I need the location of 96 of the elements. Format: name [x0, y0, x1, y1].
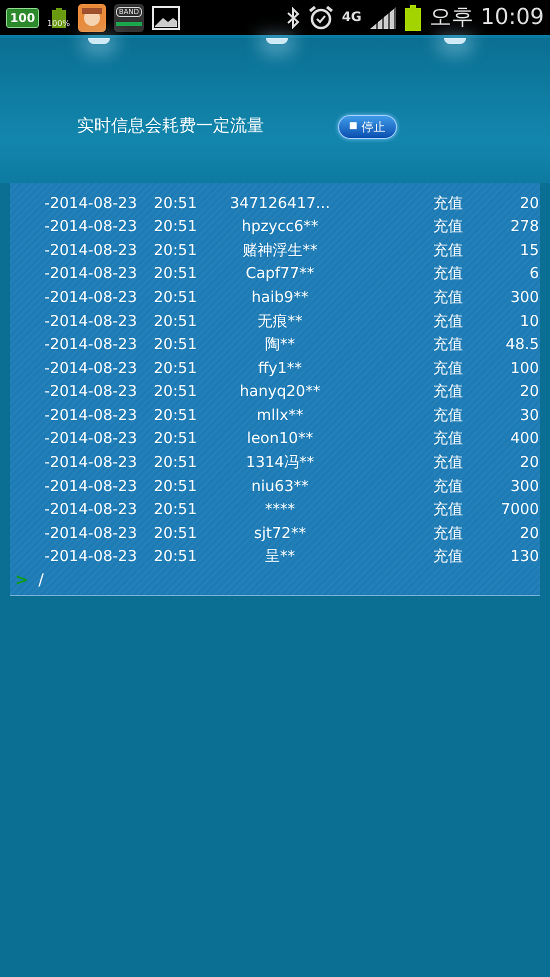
type-text: 充值 — [432, 452, 463, 474]
prompt-symbol: > — [14, 568, 28, 590]
clock-text: 오후 10:09 — [430, 4, 544, 32]
user-text: Capf77** — [244, 263, 316, 284]
spinner-text: / — [37, 568, 44, 590]
amount-text: 300 — [509, 476, 539, 497]
date-text: -2014-08-23 — [43, 240, 137, 261]
amount-text: 400 — [509, 428, 539, 450]
date-text: -2014-08-23 — [43, 476, 137, 497]
type-text: 充值 — [432, 334, 463, 356]
date-text: -2014-08-23 — [43, 522, 137, 544]
type-text: 充值 — [432, 476, 463, 497]
date-text: -2014-08-23 — [43, 428, 137, 450]
image-icon — [152, 6, 180, 30]
amount-text: 100 — [509, 358, 539, 379]
ceiling-light — [266, 38, 288, 44]
amount-text: 20 — [518, 192, 539, 214]
stop-button[interactable]: ■ 停止 — [338, 114, 397, 139]
time-text: 20:51 — [152, 286, 197, 308]
time-text: 20:51 — [152, 546, 197, 568]
time-text: 20:51 — [152, 522, 197, 544]
user-text: 陶** — [264, 334, 296, 356]
user-text: 呈** — [264, 546, 296, 568]
notice-text: 实时信息会耗费一定流量 — [77, 115, 264, 138]
amount-text: 10 — [518, 310, 539, 332]
user-text: 347126417... — [228, 192, 332, 214]
ceiling-light — [88, 38, 110, 44]
time-text: 20:51 — [152, 499, 197, 520]
amount-text: 130 — [509, 546, 539, 568]
time-text: 20:51 — [152, 381, 197, 402]
date-text: -2014-08-23 — [43, 334, 137, 356]
type-text: 充值 — [432, 522, 463, 544]
amount-text: 48.5 — [504, 334, 539, 356]
user-text: ffy1** — [257, 358, 303, 379]
battery-icon — [404, 4, 422, 30]
type-text: 充值 — [432, 381, 463, 402]
amount-text: 278 — [509, 216, 539, 238]
type-text: 充值 — [432, 358, 463, 379]
amount-text: 15 — [518, 240, 539, 261]
date-text: -2014-08-23 — [43, 381, 137, 402]
amount-text: 300 — [509, 286, 539, 308]
ceiling-light — [444, 38, 466, 44]
date-text: -2014-08-23 — [43, 216, 137, 238]
type-text: 充值 — [432, 216, 463, 238]
user-text: 无痕** — [256, 310, 304, 332]
time-text: 20:51 — [152, 476, 197, 497]
user-text: hpzycc6** — [240, 216, 320, 238]
date-text: -2014-08-23 — [43, 192, 137, 214]
date-text: -2014-08-23 — [43, 499, 137, 520]
date-text: -2014-08-23 — [43, 358, 137, 379]
date-text: -2014-08-23 — [43, 263, 137, 284]
time-text: 20:51 — [152, 452, 197, 474]
amount-text: 20 — [518, 452, 539, 474]
type-text: 充值 — [432, 428, 463, 450]
user-text: leon10** — [246, 428, 314, 450]
type-text: 充值 — [432, 240, 463, 261]
user-text: mllx** — [256, 404, 304, 426]
date-text: -2014-08-23 — [43, 546, 137, 568]
amount-text: 7000 — [500, 499, 539, 520]
alarm-icon — [308, 4, 334, 30]
user-text: **** — [264, 499, 296, 520]
type-text: 充值 — [432, 310, 463, 332]
time-text: 20:51 — [152, 263, 197, 284]
date-text: -2014-08-23 — [43, 404, 137, 426]
user-text: 赌神浮生** — [242, 240, 318, 261]
amount-text: 20 — [518, 381, 539, 402]
bluetooth-icon — [286, 6, 300, 28]
time-text: 20:51 — [152, 358, 197, 379]
date-text: -2014-08-23 — [43, 310, 137, 332]
time-text: 20:51 — [152, 216, 197, 238]
amount-text: 6 — [528, 263, 539, 284]
time-text: 20:51 — [152, 428, 197, 450]
time-text: 20:51 — [152, 240, 197, 261]
type-text: 充值 — [432, 404, 463, 426]
date-text: -2014-08-23 — [43, 452, 137, 474]
user-text: 1314冯** — [244, 452, 316, 474]
type-text: 充值 — [432, 286, 463, 308]
amount-text: 20 — [518, 522, 539, 544]
type-text: 充值 — [432, 499, 463, 520]
battery-badge: 100 — [6, 8, 40, 28]
time-text: 20:51 — [152, 310, 197, 332]
amount-text: 30 — [518, 404, 539, 426]
network-label: 4G — [342, 8, 362, 27]
app-icon — [78, 4, 106, 32]
user-text: niu63** — [250, 476, 310, 497]
time-text: 20:51 — [152, 404, 197, 426]
type-text: 充值 — [432, 192, 463, 214]
type-text: 充值 — [432, 263, 463, 284]
time-text: 20:51 — [152, 334, 197, 356]
user-text: sjt72** — [253, 522, 307, 544]
user-text: haib9** — [250, 286, 310, 308]
time-text: 20:51 — [152, 192, 197, 214]
date-text: -2014-08-23 — [43, 286, 137, 308]
signal-icon — [370, 6, 396, 28]
user-text: hanyq20** — [238, 381, 322, 402]
type-text: 充值 — [432, 546, 463, 568]
